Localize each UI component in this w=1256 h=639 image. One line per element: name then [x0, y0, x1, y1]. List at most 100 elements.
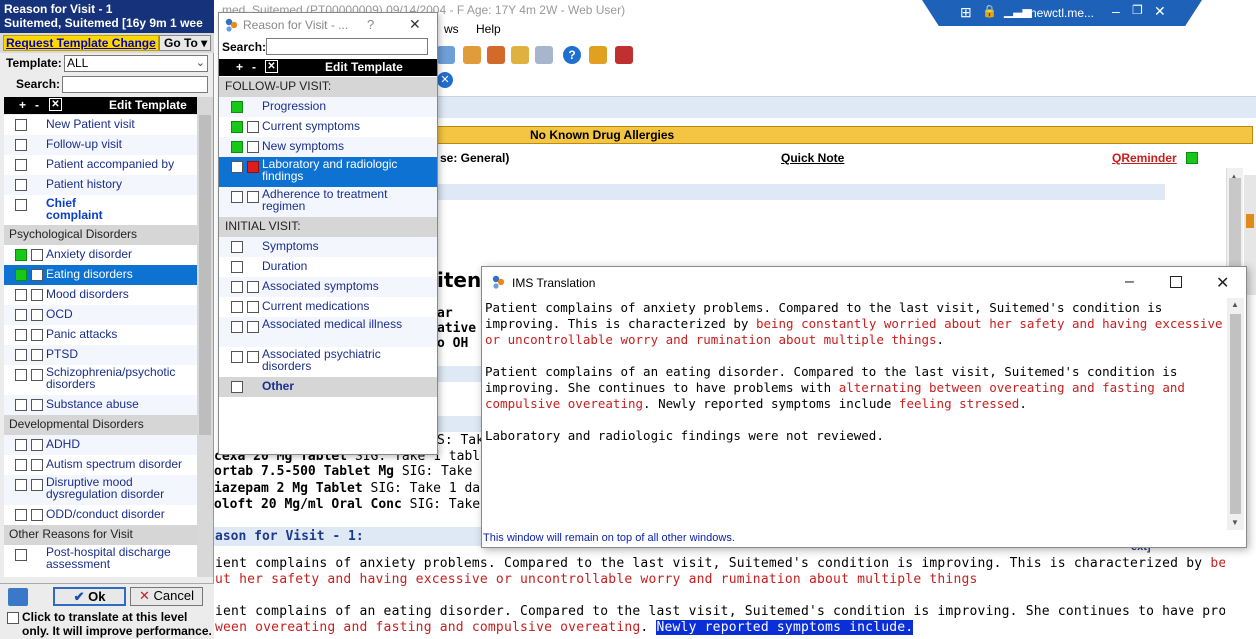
list-item[interactable]: PTSD: [4, 345, 197, 365]
checkbox[interactable]: [231, 351, 243, 363]
checkbox[interactable]: [15, 349, 27, 361]
pin-icon[interactable]: ⊞: [960, 4, 972, 21]
checkbox[interactable]: [231, 161, 243, 173]
checkbox[interactable]: [15, 309, 27, 321]
list-item[interactable]: Schizophrenia/psychotic disorders: [4, 365, 197, 395]
note-icon[interactable]: [511, 46, 529, 64]
checkbox[interactable]: [15, 179, 27, 191]
minimize-icon[interactable]: –: [1125, 273, 1134, 291]
help-icon[interactable]: ?: [367, 17, 374, 32]
side-panel-tab[interactable]: [1246, 214, 1254, 228]
request-template-change-button[interactable]: Request Template Change: [3, 35, 159, 51]
help-icon[interactable]: ?: [563, 46, 581, 64]
checkbox[interactable]: [31, 349, 43, 361]
minimize-icon[interactable]: –: [1112, 3, 1120, 19]
checkbox[interactable]: [15, 369, 27, 381]
expand-all-icon[interactable]: +: [19, 98, 26, 112]
checkbox[interactable]: [31, 309, 43, 321]
list-item[interactable]: Adherence to treatment regimen: [219, 187, 437, 217]
list-item[interactable]: ODD/conduct disorder: [4, 505, 197, 525]
restore-icon[interactable]: ❐: [1132, 3, 1143, 17]
edit-template-label[interactable]: Edit Template: [325, 60, 403, 74]
checkbox[interactable]: [31, 459, 43, 471]
checkbox[interactable]: [15, 509, 27, 521]
menu-item[interactable]: ws: [444, 22, 459, 36]
close-icon[interactable]: ✕: [1216, 273, 1229, 293]
edit-template-label[interactable]: Edit Template: [109, 98, 187, 112]
chart-icon[interactable]: [463, 46, 481, 64]
list-item[interactable]: Patient accompanied by: [4, 155, 197, 175]
cancel-button[interactable]: ✕ Cancel: [130, 587, 203, 606]
list-item[interactable]: Duration: [219, 257, 437, 277]
search-input[interactable]: [266, 38, 428, 55]
close-icon[interactable]: ✕: [409, 16, 421, 33]
ims-scrollbar[interactable]: ▲ ▼: [1227, 298, 1244, 530]
list-item[interactable]: Current medications: [219, 297, 437, 317]
template-select[interactable]: ALL ⌄: [64, 55, 208, 72]
checkbox[interactable]: [15, 269, 27, 281]
checkbox[interactable]: [15, 119, 27, 131]
checkbox[interactable]: [247, 191, 259, 203]
maximize-icon[interactable]: [1170, 276, 1182, 288]
list-item[interactable]: Other: [219, 377, 437, 397]
search-input[interactable]: [62, 76, 208, 93]
scroll-thumb[interactable]: [199, 115, 211, 435]
checkbox[interactable]: [31, 249, 43, 261]
checkbox[interactable]: [15, 439, 27, 451]
scroll-thumb[interactable]: [1229, 178, 1241, 268]
clear-icon[interactable]: ✕: [49, 98, 62, 111]
qreminder-link[interactable]: QReminder: [1112, 151, 1177, 165]
quick-note-link[interactable]: Quick Note: [781, 151, 844, 165]
list-item[interactable]: Symptoms: [219, 237, 437, 257]
list-item[interactable]: Current symptoms: [219, 117, 437, 137]
checkbox[interactable]: [15, 159, 27, 171]
list-item[interactable]: Chief complaint: [4, 195, 197, 225]
checkbox[interactable]: [231, 241, 243, 253]
list-item[interactable]: Associated medical illness: [219, 317, 437, 347]
close-circle-icon[interactable]: ✕: [437, 72, 453, 88]
checkbox[interactable]: [15, 459, 27, 471]
translate-icon[interactable]: [8, 588, 28, 606]
checkbox[interactable]: [247, 141, 259, 153]
checkbox[interactable]: [231, 121, 243, 133]
checkbox[interactable]: [231, 141, 243, 153]
list-item-selected[interactable]: Eating disorders: [4, 265, 197, 285]
checkbox[interactable]: [15, 549, 27, 561]
checkbox[interactable]: [247, 301, 259, 313]
checkbox[interactable]: [31, 269, 43, 281]
list-item-selected[interactable]: Laboratory and radiologic findings: [219, 157, 437, 187]
lock-icon[interactable]: [589, 46, 607, 64]
list-item[interactable]: ADHD: [4, 435, 197, 455]
checkbox[interactable]: [231, 321, 243, 333]
close-icon[interactable]: ✕: [1154, 3, 1166, 20]
calendar-icon[interactable]: [437, 46, 455, 64]
checkbox[interactable]: [231, 301, 243, 313]
checkbox[interactable]: [247, 121, 259, 133]
scroll-down-icon[interactable]: ▼: [1231, 518, 1239, 527]
checkbox[interactable]: [31, 479, 43, 491]
checkbox[interactable]: [31, 329, 43, 341]
list-item[interactable]: Anxiety disorder: [4, 245, 197, 265]
list-item[interactable]: Patient history: [4, 175, 197, 195]
checkbox[interactable]: [31, 369, 43, 381]
list-item[interactable]: Progression: [219, 97, 437, 117]
checkbox[interactable]: [247, 351, 259, 363]
checkbox[interactable]: [15, 249, 27, 261]
expand-all-icon[interactable]: +: [236, 60, 243, 74]
checkbox[interactable]: [231, 191, 243, 203]
list-item[interactable]: OCD: [4, 305, 197, 325]
document-icon[interactable]: [535, 46, 553, 64]
translate-level-checkbox[interactable]: [7, 612, 19, 624]
checkbox[interactable]: [31, 289, 43, 301]
list-item[interactable]: Panic attacks: [4, 325, 197, 345]
list-item[interactable]: Autism spectrum disorder: [4, 455, 197, 475]
list-item[interactable]: New symptoms: [219, 137, 437, 157]
checkbox[interactable]: [231, 101, 243, 113]
list-item[interactable]: Post-hospital discharge assessment: [4, 545, 197, 575]
checkbox[interactable]: [231, 281, 243, 293]
list-item[interactable]: Associated symptoms: [219, 277, 437, 297]
checkbox[interactable]: [247, 161, 259, 173]
scroll-thumb[interactable]: [1230, 314, 1241, 514]
ok-button[interactable]: ✔ Ok: [53, 587, 126, 606]
clear-icon[interactable]: ✕: [265, 60, 278, 73]
